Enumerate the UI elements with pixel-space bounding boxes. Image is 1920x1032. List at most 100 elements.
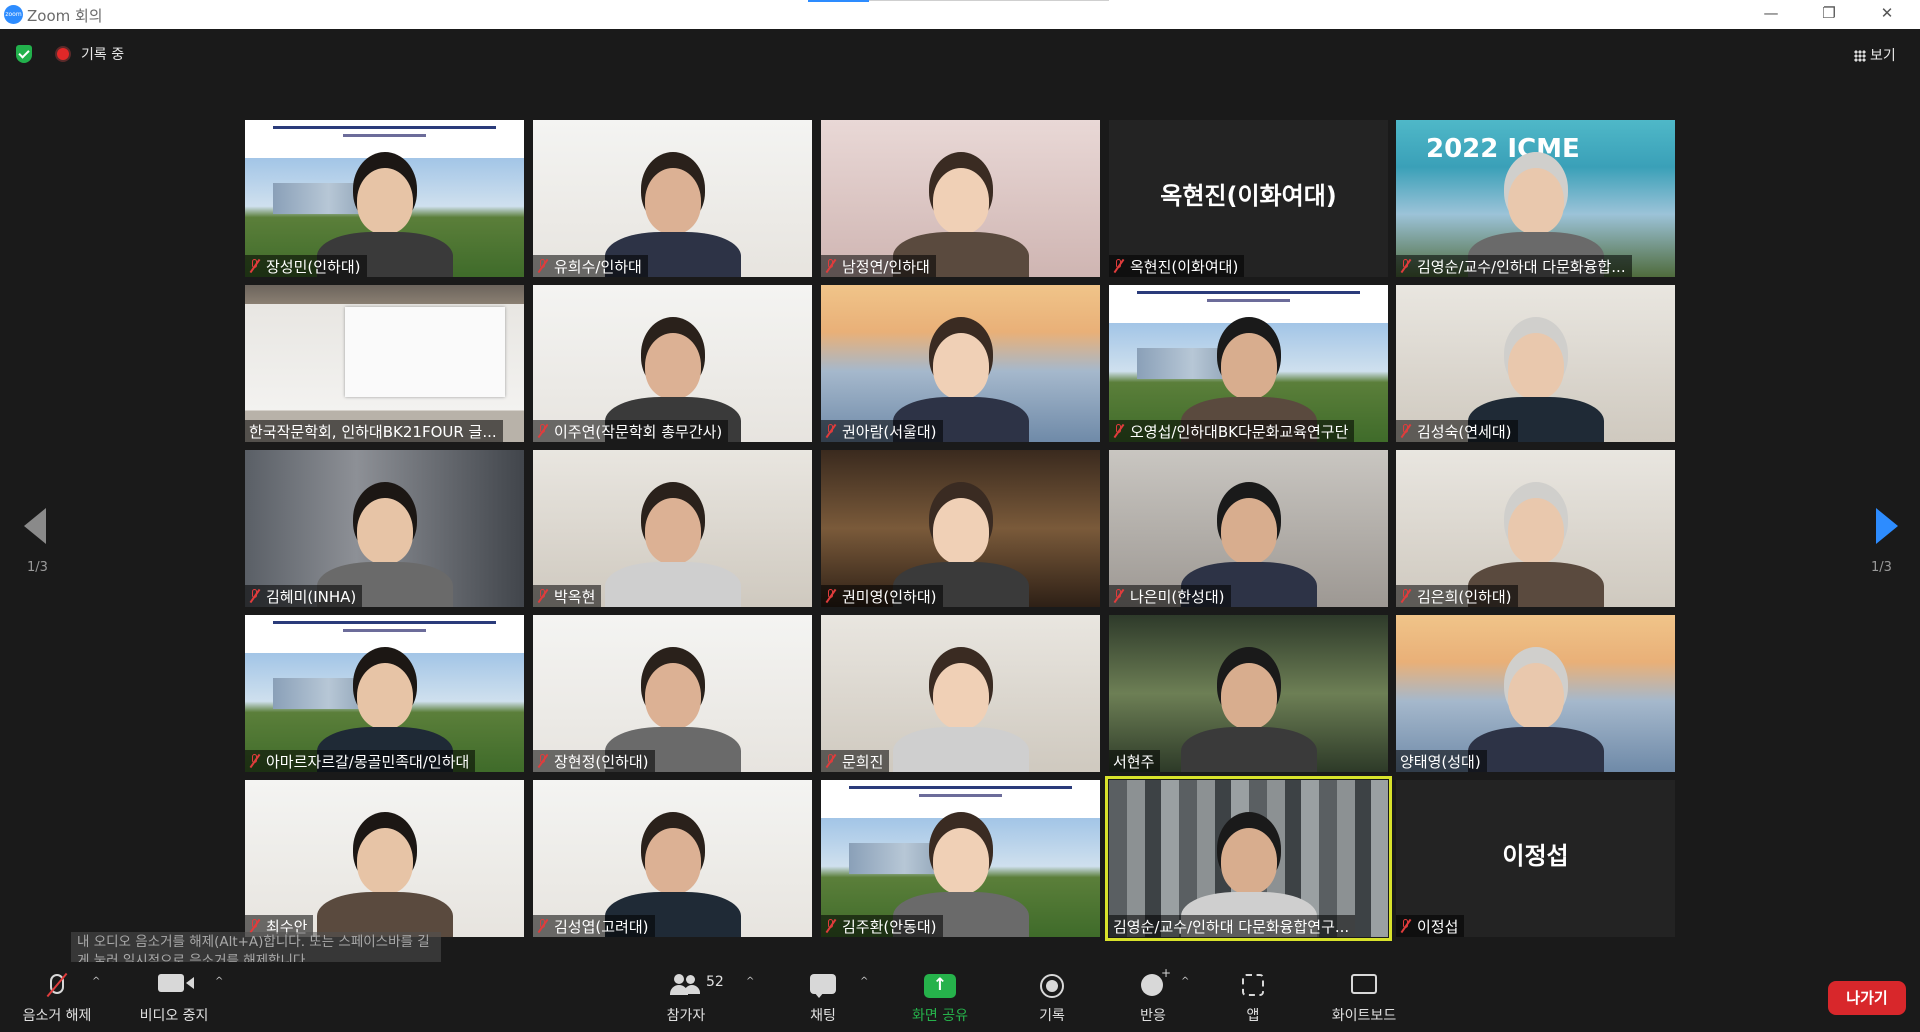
participant-head: [357, 828, 413, 894]
leave-meeting-button[interactable]: 나가기: [1828, 981, 1906, 1015]
recording-icon[interactable]: [57, 48, 69, 60]
grid-view-icon: [1854, 50, 1866, 62]
participant-name-bar: 김성숙(연세대): [1396, 420, 1518, 442]
participants-count: 52: [706, 974, 724, 990]
participant-head: [1221, 498, 1277, 564]
participant-name-bar: 양태영(성대): [1396, 750, 1487, 772]
participant-name: 이주연(작문학회 총무간사): [554, 422, 723, 441]
participant-tile[interactable]: 문희진: [821, 615, 1100, 772]
participant-name-bar: 박옥현: [533, 585, 602, 607]
reactions-options-caret-icon[interactable]: ^: [1181, 976, 1189, 987]
share-screen-button[interactable]: 화면 공유: [895, 962, 985, 1032]
participant-tile[interactable]: 옥현진(이화여대) 옥현진(이화여대): [1109, 120, 1388, 277]
participant-head: [1221, 333, 1277, 399]
participant-tile[interactable]: 김성숙(연세대): [1396, 285, 1675, 442]
participant-tile[interactable]: 김영순/교수/인하대 다문화융합연구...: [1105, 776, 1392, 941]
close-button[interactable]: ✕: [1864, 0, 1910, 29]
participant-tile[interactable]: 나은미(한성대): [1109, 450, 1388, 607]
participant-tile[interactable]: 장성민(인하대): [245, 120, 524, 277]
participant-tile[interactable]: 김주환(안동대): [821, 780, 1100, 937]
muted-microphone-icon: [537, 754, 548, 768]
participant-tile[interactable]: 남정연/인하대: [821, 120, 1100, 277]
participant-name-bar: 장성민(인하대): [245, 255, 367, 277]
participant-name: 박옥현: [554, 587, 596, 606]
participant-name-bar: 유희수/인하대: [533, 255, 648, 277]
participant-body: [893, 727, 1029, 772]
muted-microphone-icon: [537, 919, 548, 933]
participant-tile[interactable]: 김혜미(INHA): [245, 450, 524, 607]
restore-button[interactable]: ❐: [1806, 0, 1852, 29]
share-screen-icon: [924, 974, 956, 998]
next-page-arrow-icon[interactable]: [1876, 508, 1898, 544]
muted-microphone-icon: [1113, 424, 1124, 438]
record-label: 기록: [1039, 1008, 1065, 1024]
top-tab-track: [869, 0, 1109, 1]
previous-page-arrow-icon[interactable]: [24, 508, 46, 544]
participant-name-bar: 남정연/인하대: [821, 255, 936, 277]
chat-options-caret-icon[interactable]: ^: [860, 976, 868, 987]
participant-tile[interactable]: 장현정(인하대): [533, 615, 812, 772]
participant-tile[interactable]: 권아람(서울대): [821, 285, 1100, 442]
participant-body: [317, 892, 453, 937]
minimize-button[interactable]: —: [1748, 0, 1794, 29]
view-button[interactable]: 보기: [1845, 38, 1907, 70]
security-shield-icon[interactable]: [16, 45, 32, 63]
participant-name: 김성숙(연세대): [1417, 422, 1512, 441]
video-camera-icon: [158, 974, 184, 992]
whiteboard-button[interactable]: 화이트보드: [1322, 962, 1406, 1032]
participants-options-caret-icon[interactable]: ^: [746, 976, 754, 987]
participant-display-name: 이정섭: [1502, 842, 1569, 870]
participant-name-bar: 오영섭/인하대BK다문화교육연구단: [1109, 420, 1355, 442]
participant-tile[interactable]: 박옥현: [533, 450, 812, 607]
participant-name: 양태영(성대): [1400, 752, 1481, 771]
participant-tile[interactable]: 김은희(인하대): [1396, 450, 1675, 607]
participant-tile[interactable]: 양태영(성대): [1396, 615, 1675, 772]
participant-name-bar: 장현정(인하대): [533, 750, 655, 772]
chat-button[interactable]: 채팅: [787, 962, 859, 1032]
participant-tile[interactable]: 이정섭 이정섭: [1396, 780, 1675, 937]
participant-head: [357, 663, 413, 729]
participant-tile[interactable]: 최수안: [245, 780, 524, 937]
participant-name-bar: 나은미(한성대): [1109, 585, 1231, 607]
record-button[interactable]: 기록: [1017, 962, 1087, 1032]
participant-body: [605, 562, 741, 607]
participant-name: 나은미(한성대): [1130, 587, 1225, 606]
muted-microphone-icon: [537, 424, 548, 438]
participant-name-bar: 권아람(서울대): [821, 420, 943, 442]
participant-head: [645, 498, 701, 564]
chat-bubble-icon: [810, 974, 836, 998]
participant-tile[interactable]: 오영섭/인하대BK다문화교육연구단: [1109, 285, 1388, 442]
participants-button[interactable]: 52 참가자: [650, 962, 724, 1032]
reactions-button[interactable]: 반응: [1118, 962, 1188, 1032]
muted-microphone-icon: [1400, 589, 1411, 603]
stop-video-button[interactable]: 비디오 중지: [128, 962, 220, 1032]
participant-name-bar: 김은희(인하대): [1396, 585, 1518, 607]
participant-name: 권미영(인하대): [842, 587, 937, 606]
participant-tile[interactable]: 서현주: [1109, 615, 1388, 772]
muted-microphone-icon: [249, 589, 260, 603]
video-options-caret-icon[interactable]: ^: [215, 976, 223, 987]
participant-tile[interactable]: 권미영(인하대): [821, 450, 1100, 607]
view-label: 보기: [1870, 48, 1896, 64]
participant-tile[interactable]: 유희수/인하대: [533, 120, 812, 277]
participant-tile[interactable]: 2022 ICME 김영순/교수/인하대 다문화융합...: [1396, 120, 1675, 277]
participant-name: 김혜미(INHA): [266, 587, 357, 606]
participant-name: 김주환(안동대): [842, 917, 937, 936]
participant-tile[interactable]: 이주연(작문학회 총무간사): [533, 285, 812, 442]
audio-options-caret-icon[interactable]: ^: [92, 976, 100, 987]
participant-tile[interactable]: 김성엽(고려대): [533, 780, 812, 937]
participant-name-bar: 한국작문학회, 인하대BK21FOUR 글...: [245, 420, 503, 442]
participant-head: [1508, 663, 1564, 729]
participant-head: [1508, 333, 1564, 399]
muted-microphone-icon: [1400, 424, 1411, 438]
whiteboard-icon: [1351, 974, 1377, 994]
unmute-button[interactable]: 음소거 해제: [0, 962, 114, 1032]
participant-tile[interactable]: 한국작문학회, 인하대BK21FOUR 글...: [245, 285, 524, 442]
participant-tile[interactable]: 아마르자르갈/몽골민족대/인하대: [245, 615, 524, 772]
recording-label[interactable]: 기록 중: [81, 44, 124, 64]
participant-head: [933, 663, 989, 729]
top-tab-indicator: [808, 0, 869, 2]
muted-microphone-icon: [537, 259, 548, 273]
apps-button[interactable]: 앱: [1218, 962, 1288, 1032]
stop-video-label: 비디오 중지: [139, 1008, 209, 1024]
